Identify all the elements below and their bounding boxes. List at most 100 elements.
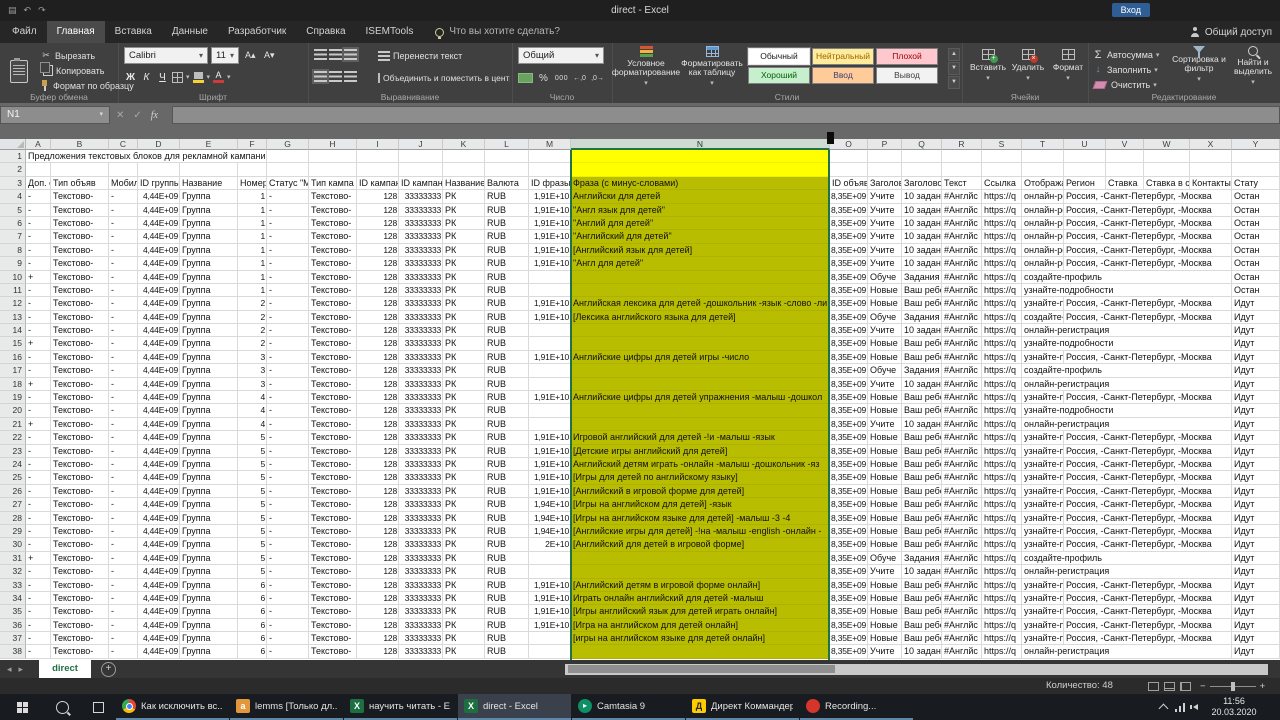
grid-cell[interactable]: #Англйс <box>942 190 982 204</box>
search-button[interactable] <box>44 694 80 720</box>
grid-cell[interactable]: 10 задани <box>902 417 942 432</box>
column-header-P[interactable]: P <box>868 139 902 150</box>
grid-cell[interactable]: [игры на английском языке для детей онла… <box>571 632 830 646</box>
sheet-nav-left-icon[interactable]: ◂ <box>7 664 12 675</box>
grid-cell[interactable]: RUB <box>485 471 529 485</box>
grid-cell[interactable]: Россия, -Санкт-Петербург, -Москва <box>1064 310 1232 325</box>
grid-cell[interactable]: https://q <box>982 524 1022 539</box>
grid-cell[interactable]: - <box>26 471 51 485</box>
grid-cell[interactable]: https://q <box>982 605 1022 619</box>
grid-cell[interactable]: Учите <box>868 645 902 659</box>
grid-cell[interactable]: Тип объяв <box>51 176 109 191</box>
grid-cell[interactable]: #Англйс <box>942 216 982 231</box>
grid-cell[interactable]: Текстово- <box>51 538 109 552</box>
grid-cell[interactable]: + <box>26 551 51 566</box>
row-header-4[interactable]: 4 <box>0 190 26 204</box>
grid-cell[interactable]: Английские цифры для детей упражнения -м… <box>571 391 830 405</box>
row-header-34[interactable]: 34 <box>0 591 26 606</box>
grid-cell[interactable]: Текстово- <box>51 297 109 311</box>
grid-cell[interactable]: - <box>26 511 51 525</box>
grid-cell[interactable]: https://q <box>982 498 1022 512</box>
number-format-select[interactable]: Общий ▾ <box>518 47 604 64</box>
grid-cell[interactable]: Группа <box>180 618 238 633</box>
grid-cell[interactable]: - <box>26 457 51 472</box>
gallery-up-button[interactable]: ▲ <box>948 48 960 61</box>
zoom-control[interactable]: − + <box>1200 678 1265 694</box>
grid-cell[interactable] <box>529 645 571 659</box>
grid-cell[interactable]: #Англйс <box>942 457 982 472</box>
taskbar-button-direct-commander[interactable]: Д Директ Коммандер <box>686 694 799 720</box>
grid-cell[interactable]: + <box>26 417 51 432</box>
grid-cell[interactable]: 8,35E+09 <box>830 524 868 539</box>
grid-cell[interactable]: Новые <box>868 431 902 445</box>
column-header-G[interactable]: G <box>267 139 309 150</box>
zoom-slider-thumb[interactable] <box>1230 681 1235 691</box>
grid-cell[interactable] <box>180 163 238 177</box>
grid-cell[interactable]: #Англйс <box>942 538 982 552</box>
grid-cell[interactable]: Английский детям играть -онлайн -малыш -… <box>571 457 830 472</box>
grid-cell[interactable]: #Англйс <box>942 257 982 271</box>
grid-cell[interactable]: Идут <box>1232 324 1280 338</box>
grid-cell[interactable]: - <box>267 216 309 231</box>
grid-cell[interactable]: #Англйс <box>942 243 982 258</box>
grid-cell[interactable]: - <box>109 538 138 552</box>
grid-cell[interactable]: 8,35E+09 <box>830 417 868 432</box>
column-header-I[interactable]: I <box>357 139 399 150</box>
grid-cell[interactable]: 128 <box>357 551 399 566</box>
grid-cell[interactable] <box>529 270 571 284</box>
grid-cell[interactable]: Текстово- <box>309 457 357 472</box>
sort-filter-button[interactable]: Сортировка и фильтр ▾ <box>1172 46 1226 84</box>
grid-cell[interactable]: 5 <box>238 565 267 579</box>
grid-cell[interactable]: Текстово- <box>309 632 357 646</box>
grid-cell[interactable]: 10 задани <box>902 324 942 338</box>
grid-cell[interactable]: Текстово- <box>51 391 109 405</box>
grid-cell[interactable]: #Англйс <box>942 484 982 499</box>
grid-cell[interactable]: 4 <box>238 391 267 405</box>
grid-cell[interactable]: Текстово- <box>309 444 357 458</box>
grid-cell[interactable]: 1,91E+10 <box>529 578 571 592</box>
row-header-19[interactable]: 19 <box>0 391 26 405</box>
grid-cell[interactable]: Группа <box>180 230 238 244</box>
column-header-Q[interactable]: Q <box>902 139 942 150</box>
grid-cell[interactable]: - <box>26 404 51 418</box>
grid-cell[interactable]: RUB <box>485 377 529 392</box>
insert-cells-button[interactable]: + Вставить ▾ <box>970 49 1006 82</box>
grid-cell[interactable]: 8,35E+09 <box>830 551 868 566</box>
grid-cell[interactable]: 128 <box>357 324 399 338</box>
grid-cell[interactable]: РК <box>443 417 485 432</box>
grid-cell[interactable]: РК <box>443 337 485 351</box>
grid-cell[interactable]: 128 <box>357 270 399 284</box>
grid-cell[interactable]: #Англйс <box>942 632 982 646</box>
grid-cell[interactable]: Идут <box>1232 538 1280 552</box>
grid-cell[interactable]: "Англ язык для детей" <box>571 203 830 217</box>
grid-cell[interactable] <box>830 163 868 177</box>
grid-cell[interactable]: Россия, -Санкт-Петербург, -Москва <box>1064 498 1232 512</box>
grid-cell[interactable]: Идут <box>1232 391 1280 405</box>
grid-cell[interactable]: 128 <box>357 243 399 258</box>
grid-cell[interactable]: #Англйс <box>942 498 982 512</box>
font-size-select[interactable]: 11 ▾ <box>211 47 239 64</box>
grid-cell[interactable]: 4,44E+09 <box>138 377 180 392</box>
grid-cell[interactable]: + <box>26 377 51 392</box>
column-header-V[interactable]: V <box>1106 139 1144 150</box>
grid-cell[interactable]: 33333333 <box>399 297 443 311</box>
grid-cell[interactable]: Игровой английский для детей -!и -малыш … <box>571 431 830 445</box>
grid-cell[interactable]: https://q <box>982 216 1022 231</box>
grid-cell[interactable]: [Игры на английском языке для детей] -ма… <box>571 511 830 525</box>
grid-cell[interactable]: РК <box>443 324 485 338</box>
grid-cell[interactable]: Английская лексика для детей -дошкольник… <box>571 297 830 311</box>
grid-cell[interactable]: РК <box>443 230 485 244</box>
grid-cell[interactable]: 5 <box>238 551 267 566</box>
grid-cell[interactable]: Россия, -Санкт-Петербург, -Москва <box>1064 230 1232 244</box>
grid-cell[interactable]: RUB <box>485 551 529 566</box>
grid-cell[interactable]: Ваш ребе <box>902 471 942 485</box>
grid-cell[interactable]: РК <box>443 190 485 204</box>
grid-cell[interactable]: - <box>26 283 51 298</box>
grid-cell[interactable]: 128 <box>357 337 399 351</box>
grid-cell[interactable]: https://q <box>982 618 1022 633</box>
grid-cell[interactable]: Текстово- <box>51 404 109 418</box>
grid-cell[interactable]: ID фразы <box>529 176 571 191</box>
grid-cell[interactable]: узнайте-подробности <box>1022 524 1064 539</box>
grid-cell[interactable]: - <box>109 591 138 606</box>
grid-cell[interactable]: 4,44E+09 <box>138 618 180 633</box>
